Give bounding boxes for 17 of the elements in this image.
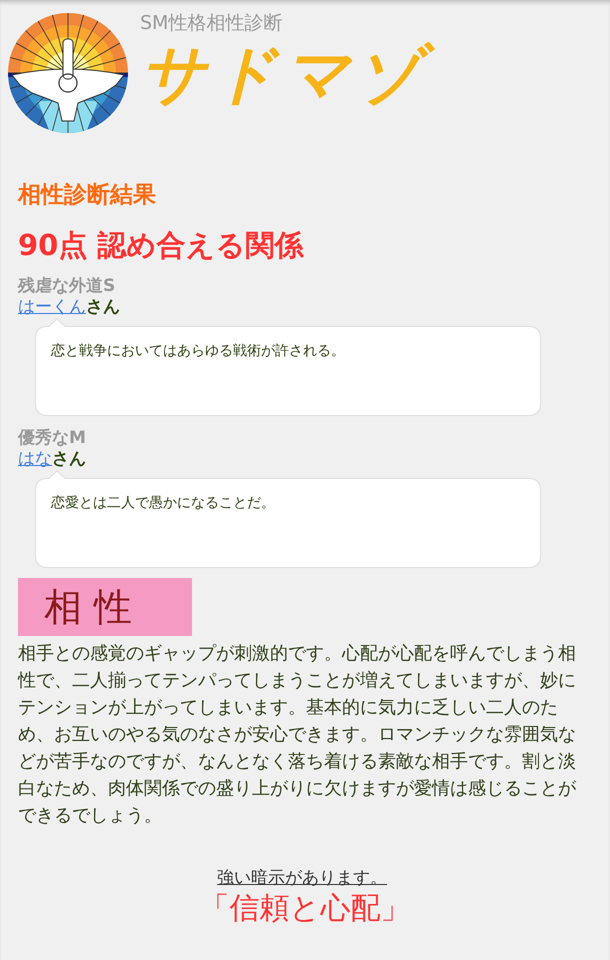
honorific: さん (52, 449, 86, 469)
sun-emblem-icon (8, 13, 128, 133)
user-name-link[interactable]: はーくん (18, 297, 86, 317)
result-heading: 相性診断結果 (18, 181, 157, 210)
hint-keyword: 「信頼と心配」 (200, 891, 410, 927)
quote-text: 恋と戦争においてはあらゆる戦術が許される。 (51, 343, 345, 359)
personality-type: 優秀なM (18, 428, 87, 448)
personality-type: 残虐な外道S (18, 276, 116, 296)
compatibility-description: 相手との感覚のギャップが刺激的です。心配が心配を呼んでしまう相性で、二人揃ってテンパってしまうことが増えてしまいますが、妙にテンションが上がってしまいます。基本的に気力に乏しい二人のため、お互いのやる気のなさが安心できます。ロマンチックな雰囲気などが苦手なのですが、なんとなく落ち着ける素敵な相手です。割と淡白なため、肉体関係での盛り上がりに欠けますが愛情は感じることができるでしょう。 (18, 642, 578, 828)
quote-text: 恋愛とは二人で愚かになることだ。 (51, 495, 275, 511)
honorific: さん (86, 297, 120, 317)
hint-notice: 強い暗示があります。 (217, 867, 388, 889)
site-logo-text: サドマゾ (136, 35, 444, 115)
score-title: 90点 認め合える関係 (18, 227, 305, 264)
user-name-link[interactable]: はな (18, 449, 52, 469)
site-subtitle: SM性格相性診断 (140, 11, 284, 35)
compatibility-label: 相 性 (18, 578, 192, 636)
